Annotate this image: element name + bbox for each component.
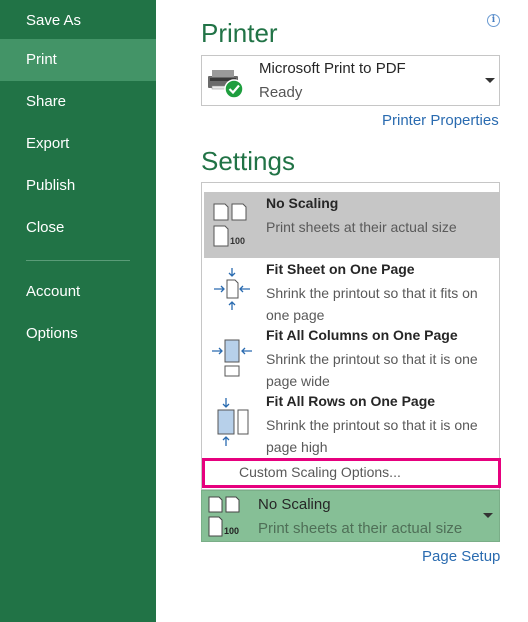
scaling-option-fit-columns[interactable]: Fit All Columns on One Page Shrink the p…: [204, 324, 499, 390]
option-description: Shrink the printout so that it is one pa…: [266, 417, 478, 455]
printer-name: Microsoft Print to PDF: [259, 60, 406, 77]
scaling-option-fit-sheet[interactable]: Fit Sheet on One Page Shrink the printou…: [204, 258, 499, 324]
option-title: Fit All Columns on One Page: [266, 327, 458, 343]
fit-sheet-icon: [214, 268, 250, 310]
nav-options[interactable]: Options: [0, 313, 156, 355]
nav-share[interactable]: Share: [0, 81, 156, 123]
chevron-down-icon: [485, 78, 495, 83]
chevron-down-icon: [483, 513, 493, 518]
no-scaling-icon: 100: [208, 496, 240, 537]
scaling-option-fit-rows[interactable]: Fit All Rows on One Page Shrink the prin…: [204, 390, 499, 456]
nav-print[interactable]: Print: [0, 39, 156, 81]
option-title: Fit Sheet on One Page: [266, 261, 415, 277]
printer-properties-link[interactable]: Printer Properties: [382, 112, 499, 129]
nav-close[interactable]: Close: [0, 207, 156, 249]
selected-icon-label: 100: [224, 526, 239, 536]
nav-save-as[interactable]: Save As: [0, 0, 156, 42]
no-scaling-icon-label: 100: [230, 236, 245, 246]
info-icon[interactable]: i: [487, 14, 500, 27]
page-setup-link[interactable]: Page Setup: [422, 548, 500, 565]
nav-account[interactable]: Account: [0, 271, 156, 313]
custom-scaling-label: Custom Scaling Options...: [239, 464, 401, 480]
printer-selector[interactable]: Microsoft Print to PDF Ready: [201, 55, 500, 106]
scaling-selector[interactable]: 100 No Scaling Print sheets at their act…: [201, 490, 500, 542]
printer-heading: Printer: [201, 18, 278, 48]
scaling-option-no-scaling[interactable]: 100 No Scaling Print sheets at their act…: [204, 192, 499, 258]
option-description: Shrink the printout so that it is one pa…: [266, 351, 478, 389]
option-description: Print sheets at their actual size: [266, 219, 457, 235]
no-scaling-icon: 100: [213, 203, 247, 247]
option-title: Fit All Rows on One Page: [266, 393, 436, 409]
nav-export[interactable]: Export: [0, 123, 156, 165]
backstage-sidebar: Save As Print Share Export Publish Close…: [0, 0, 156, 622]
printer-status: Ready: [259, 84, 303, 101]
nav-divider: [26, 260, 130, 261]
selected-scaling-title: No Scaling: [258, 496, 331, 513]
selected-scaling-description: Print sheets at their actual size: [258, 520, 463, 537]
settings-heading: Settings: [201, 146, 295, 176]
option-description: Shrink the printout so that it fits on o…: [266, 285, 478, 323]
printer-icon: [208, 70, 244, 99]
print-pane: i Printer Microsoft Print to PDF Ready P…: [156, 0, 528, 622]
option-title: No Scaling: [266, 195, 339, 211]
custom-scaling-options-item[interactable]: Custom Scaling Options...: [202, 458, 501, 488]
fit-columns-icon: [212, 339, 252, 377]
nav-publish[interactable]: Publish: [0, 165, 156, 207]
fit-rows-icon: [217, 398, 249, 446]
scaling-dropdown-list: 100 No Scaling Print sheets at their act…: [201, 182, 500, 490]
